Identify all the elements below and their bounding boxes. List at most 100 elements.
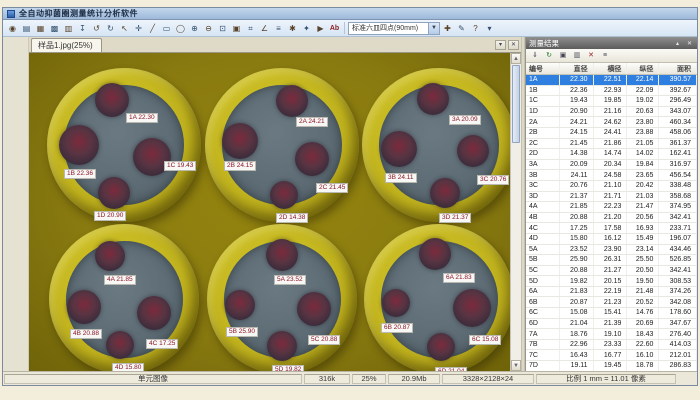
table-row[interactable]: 5A23.5223.9023.14434.46 (526, 245, 697, 256)
table-row[interactable]: 4C17.2517.5816.93233.71 (526, 223, 697, 234)
inhibition-zone[interactable] (457, 135, 489, 167)
inhibition-zone[interactable] (427, 333, 455, 361)
table-row[interactable]: 1A22.3022.5122.14390.57 (526, 75, 697, 86)
inhibition-zone[interactable] (98, 177, 130, 209)
inhibition-zone[interactable] (95, 83, 129, 117)
inhibition-zone[interactable] (419, 238, 451, 270)
copy-icon[interactable]: ▣ (557, 50, 569, 61)
save-icon[interactable]: ▦ (34, 22, 47, 35)
dock-down-icon[interactable]: ▾ (495, 40, 506, 50)
table-row[interactable]: 5C20.8821.2720.50342.41 (526, 266, 697, 277)
table-row[interactable]: 5B25.9026.3125.50526.85 (526, 255, 697, 266)
chart-icon[interactable]: ▥ (571, 50, 583, 61)
close-view-icon[interactable]: ✕ (508, 40, 519, 50)
rect-tool-icon[interactable]: ▭ (160, 22, 173, 35)
inhibition-zone[interactable] (453, 289, 491, 327)
table-row[interactable]: 4A21.8522.2321.47374.95 (526, 202, 697, 213)
line-tool-icon[interactable]: ╱ (146, 22, 159, 35)
petri-dish[interactable]: 1A 22.301B 22.361C 19.431D 20.90 (47, 68, 201, 222)
chevron-down-icon[interactable]: ▼ (428, 23, 439, 34)
table-row[interactable]: 2A24.2124.6223.80460.34 (526, 117, 697, 128)
table-row[interactable]: 5D19.8220.1519.50308.53 (526, 276, 697, 287)
inhibition-zone[interactable] (67, 290, 101, 324)
image-canvas[interactable]: 1A 22.301B 22.361C 19.431D 20.902A 24.21… (29, 53, 510, 371)
count-icon[interactable]: ≡ (272, 22, 285, 35)
table-row[interactable]: 1C19.4319.8519.02296.49 (526, 96, 697, 107)
inhibition-zone[interactable] (266, 239, 298, 271)
zoom-actual-icon[interactable]: ▣ (230, 22, 243, 35)
inhibition-zone[interactable] (276, 85, 308, 117)
table-row[interactable]: 7D19.1119.4518.78286.83 (526, 361, 697, 371)
inhibition-zone[interactable] (59, 125, 99, 165)
export-icon[interactable]: ↧ (76, 22, 89, 35)
petri-dish[interactable]: 6A 21.836B 20.876C 15.086D 21.04 (364, 224, 510, 371)
template-save-icon[interactable]: ✚ (441, 22, 454, 35)
scrollbar-thumb[interactable] (512, 65, 520, 143)
inhibition-zone[interactable] (95, 241, 125, 271)
petri-dish[interactable]: 2A 24.212B 24.152C 21.452D 14.38 (205, 68, 359, 222)
inhibition-zone[interactable] (381, 131, 417, 167)
zoom-out-icon[interactable]: ⊖ (202, 22, 215, 35)
pan-icon[interactable]: ✛ (132, 22, 145, 35)
delete-icon[interactable]: ✕ (585, 50, 597, 61)
angle-icon[interactable]: ∠ (258, 22, 271, 35)
vertical-scrollbar[interactable]: ▲ ▼ (510, 53, 521, 371)
save-all-icon[interactable]: ▩ (48, 22, 61, 35)
inhibition-zone[interactable] (267, 331, 297, 361)
edit-icon[interactable]: ✎ (455, 22, 468, 35)
play-icon[interactable]: ▶ (314, 22, 327, 35)
export-excel-icon[interactable]: ⇓ (529, 50, 541, 61)
pointer-icon[interactable]: ↖ (118, 22, 131, 35)
inhibition-zone[interactable] (297, 292, 331, 326)
pin-icon[interactable]: ▴ (673, 40, 682, 47)
zoom-fit-icon[interactable]: ⊡ (216, 22, 229, 35)
measure-icon[interactable]: ⌗ (244, 22, 257, 35)
petri-dish[interactable]: 5A 23.525B 25.905C 20.885D 19.82 (207, 224, 357, 371)
inhibition-zone[interactable] (382, 289, 410, 317)
table-row[interactable]: 4D15.8016.1215.49196.07 (526, 234, 697, 245)
table-row[interactable]: 6A21.8322.1921.48374.26 (526, 287, 697, 298)
table-row[interactable]: 2C21.4521.8621.05361.37 (526, 139, 697, 150)
zoom-in-icon[interactable]: ⊕ (188, 22, 201, 35)
table-row[interactable]: 2D14.3814.7414.02162.41 (526, 149, 697, 160)
table-row[interactable]: 6B20.8721.2320.52342.08 (526, 297, 697, 308)
table-row[interactable]: 3B24.1124.5823.65456.54 (526, 170, 697, 181)
table-row[interactable]: 7C16.4316.7716.10212.01 (526, 350, 697, 361)
inhibition-zone[interactable] (417, 83, 449, 115)
table-row[interactable]: 3C20.7621.1020.42338.48 (526, 181, 697, 192)
more-icon[interactable]: ▾ (483, 22, 496, 35)
inhibition-zone[interactable] (222, 123, 258, 159)
table-row[interactable]: 6C15.0815.4114.76178.60 (526, 308, 697, 319)
inhibition-zone[interactable] (106, 331, 134, 359)
close-panel-icon[interactable]: ✕ (685, 40, 694, 47)
template-dropdown[interactable]: 标准六皿四点(90mm) ▼ (348, 22, 440, 35)
help-icon[interactable]: ? (469, 22, 482, 35)
settings-icon[interactable]: ✦ (300, 22, 313, 35)
petri-dish[interactable]: 3A 20.093B 24.113C 20.763D 21.37 (362, 68, 510, 222)
print-icon[interactable]: ▥ (62, 22, 75, 35)
undo-icon[interactable]: ↺ (90, 22, 103, 35)
petri-dish[interactable]: 4A 21.854B 20.884C 17.254D 15.80 (49, 224, 199, 371)
table-row[interactable]: 4B20.8821.2020.56342.41 (526, 213, 697, 224)
table-row[interactable]: 6D21.0421.3920.69347.67 (526, 319, 697, 330)
redo-icon[interactable]: ↻ (104, 22, 117, 35)
table-row[interactable]: 1B22.3622.9322.09392.67 (526, 86, 697, 97)
scroll-up-icon[interactable]: ▲ (511, 53, 521, 64)
scroll-down-icon[interactable]: ▼ (511, 360, 521, 371)
table-row[interactable]: 1D20.9021.1620.63343.07 (526, 107, 697, 118)
table-row[interactable]: 7B22.9623.3322.60414.03 (526, 340, 697, 351)
inhibition-zone[interactable] (137, 296, 171, 330)
table-row[interactable]: 3A20.0920.3419.84316.97 (526, 160, 697, 171)
table-row[interactable]: 2B24.1524.4123.88458.06 (526, 128, 697, 139)
table-row[interactable]: 3D21.3721.7121.03358.68 (526, 192, 697, 203)
refresh-icon[interactable]: ↻ (543, 50, 555, 61)
print-list-icon[interactable]: ≡ (599, 50, 611, 61)
label-icon[interactable]: Ab (328, 22, 341, 35)
inhibition-zone[interactable] (225, 290, 255, 320)
table-row[interactable]: 7A18.7619.1018.43276.40 (526, 329, 697, 340)
capture-icon[interactable]: ◉ (6, 22, 19, 35)
tab-sample-image[interactable]: 样品1.jpg(25%) (31, 38, 102, 52)
inhibition-zone[interactable] (430, 178, 460, 208)
open-icon[interactable]: ▤ (20, 22, 33, 35)
inhibition-zone[interactable] (295, 142, 329, 176)
